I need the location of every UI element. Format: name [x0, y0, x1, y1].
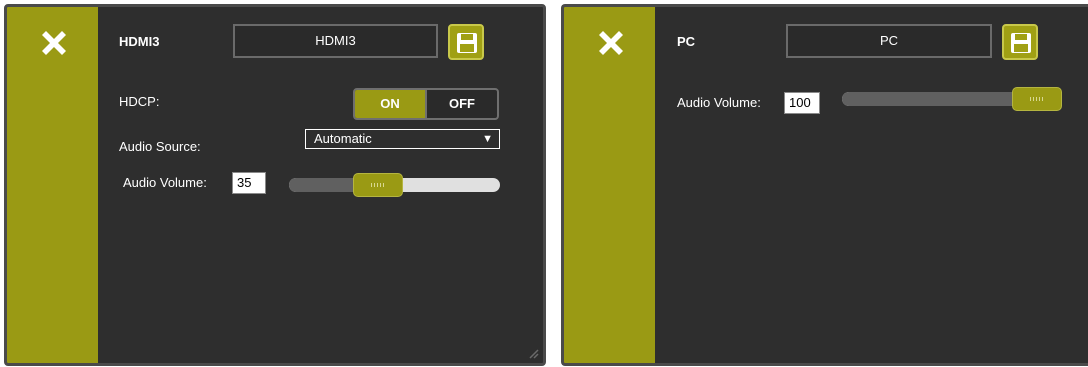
input-name-field[interactable]: HDMI3 [233, 24, 438, 58]
save-icon [1011, 33, 1031, 53]
audio-volume-slider-thumb[interactable] [1012, 87, 1062, 111]
resize-grip-icon[interactable] [527, 347, 539, 359]
input-settings-panel-pc: PC PC Audio Volume: 100 [561, 4, 1088, 366]
save-button[interactable] [1002, 24, 1038, 60]
side-bar [7, 7, 98, 363]
audio-volume-label: Audio Volume: [123, 175, 207, 190]
audio-source-label: Audio Source: [119, 139, 201, 154]
side-bar [564, 7, 655, 363]
hdcp-on-option[interactable]: ON [355, 90, 425, 118]
audio-volume-input[interactable]: 35 [232, 172, 266, 194]
input-name-label: HDMI3 [119, 34, 160, 49]
audio-volume-input[interactable]: 100 [784, 92, 820, 114]
hdcp-off-option[interactable]: OFF [425, 90, 497, 118]
audio-source-select[interactable]: Automatic ▼ [305, 129, 500, 149]
chevron-down-icon: ▼ [482, 133, 493, 145]
audio-volume-slider[interactable] [842, 87, 1062, 111]
save-icon [457, 33, 477, 53]
audio-volume-slider[interactable] [289, 173, 500, 197]
audio-source-value: Automatic [314, 131, 372, 146]
input-settings-panel-hdmi3: HDMI3 HDMI3 HDCP: ON OFF Audio Source: A… [4, 4, 546, 366]
save-button[interactable] [448, 24, 484, 60]
input-name-field[interactable]: PC [786, 24, 992, 58]
hdcp-toggle[interactable]: ON OFF [353, 88, 499, 120]
input-name-label: PC [677, 34, 696, 49]
close-icon[interactable] [36, 25, 72, 61]
close-icon[interactable] [593, 25, 629, 61]
audio-volume-label: Audio Volume: [677, 95, 761, 110]
audio-volume-slider-thumb[interactable] [352, 173, 403, 197]
hdcp-label: HDCP: [119, 94, 160, 109]
